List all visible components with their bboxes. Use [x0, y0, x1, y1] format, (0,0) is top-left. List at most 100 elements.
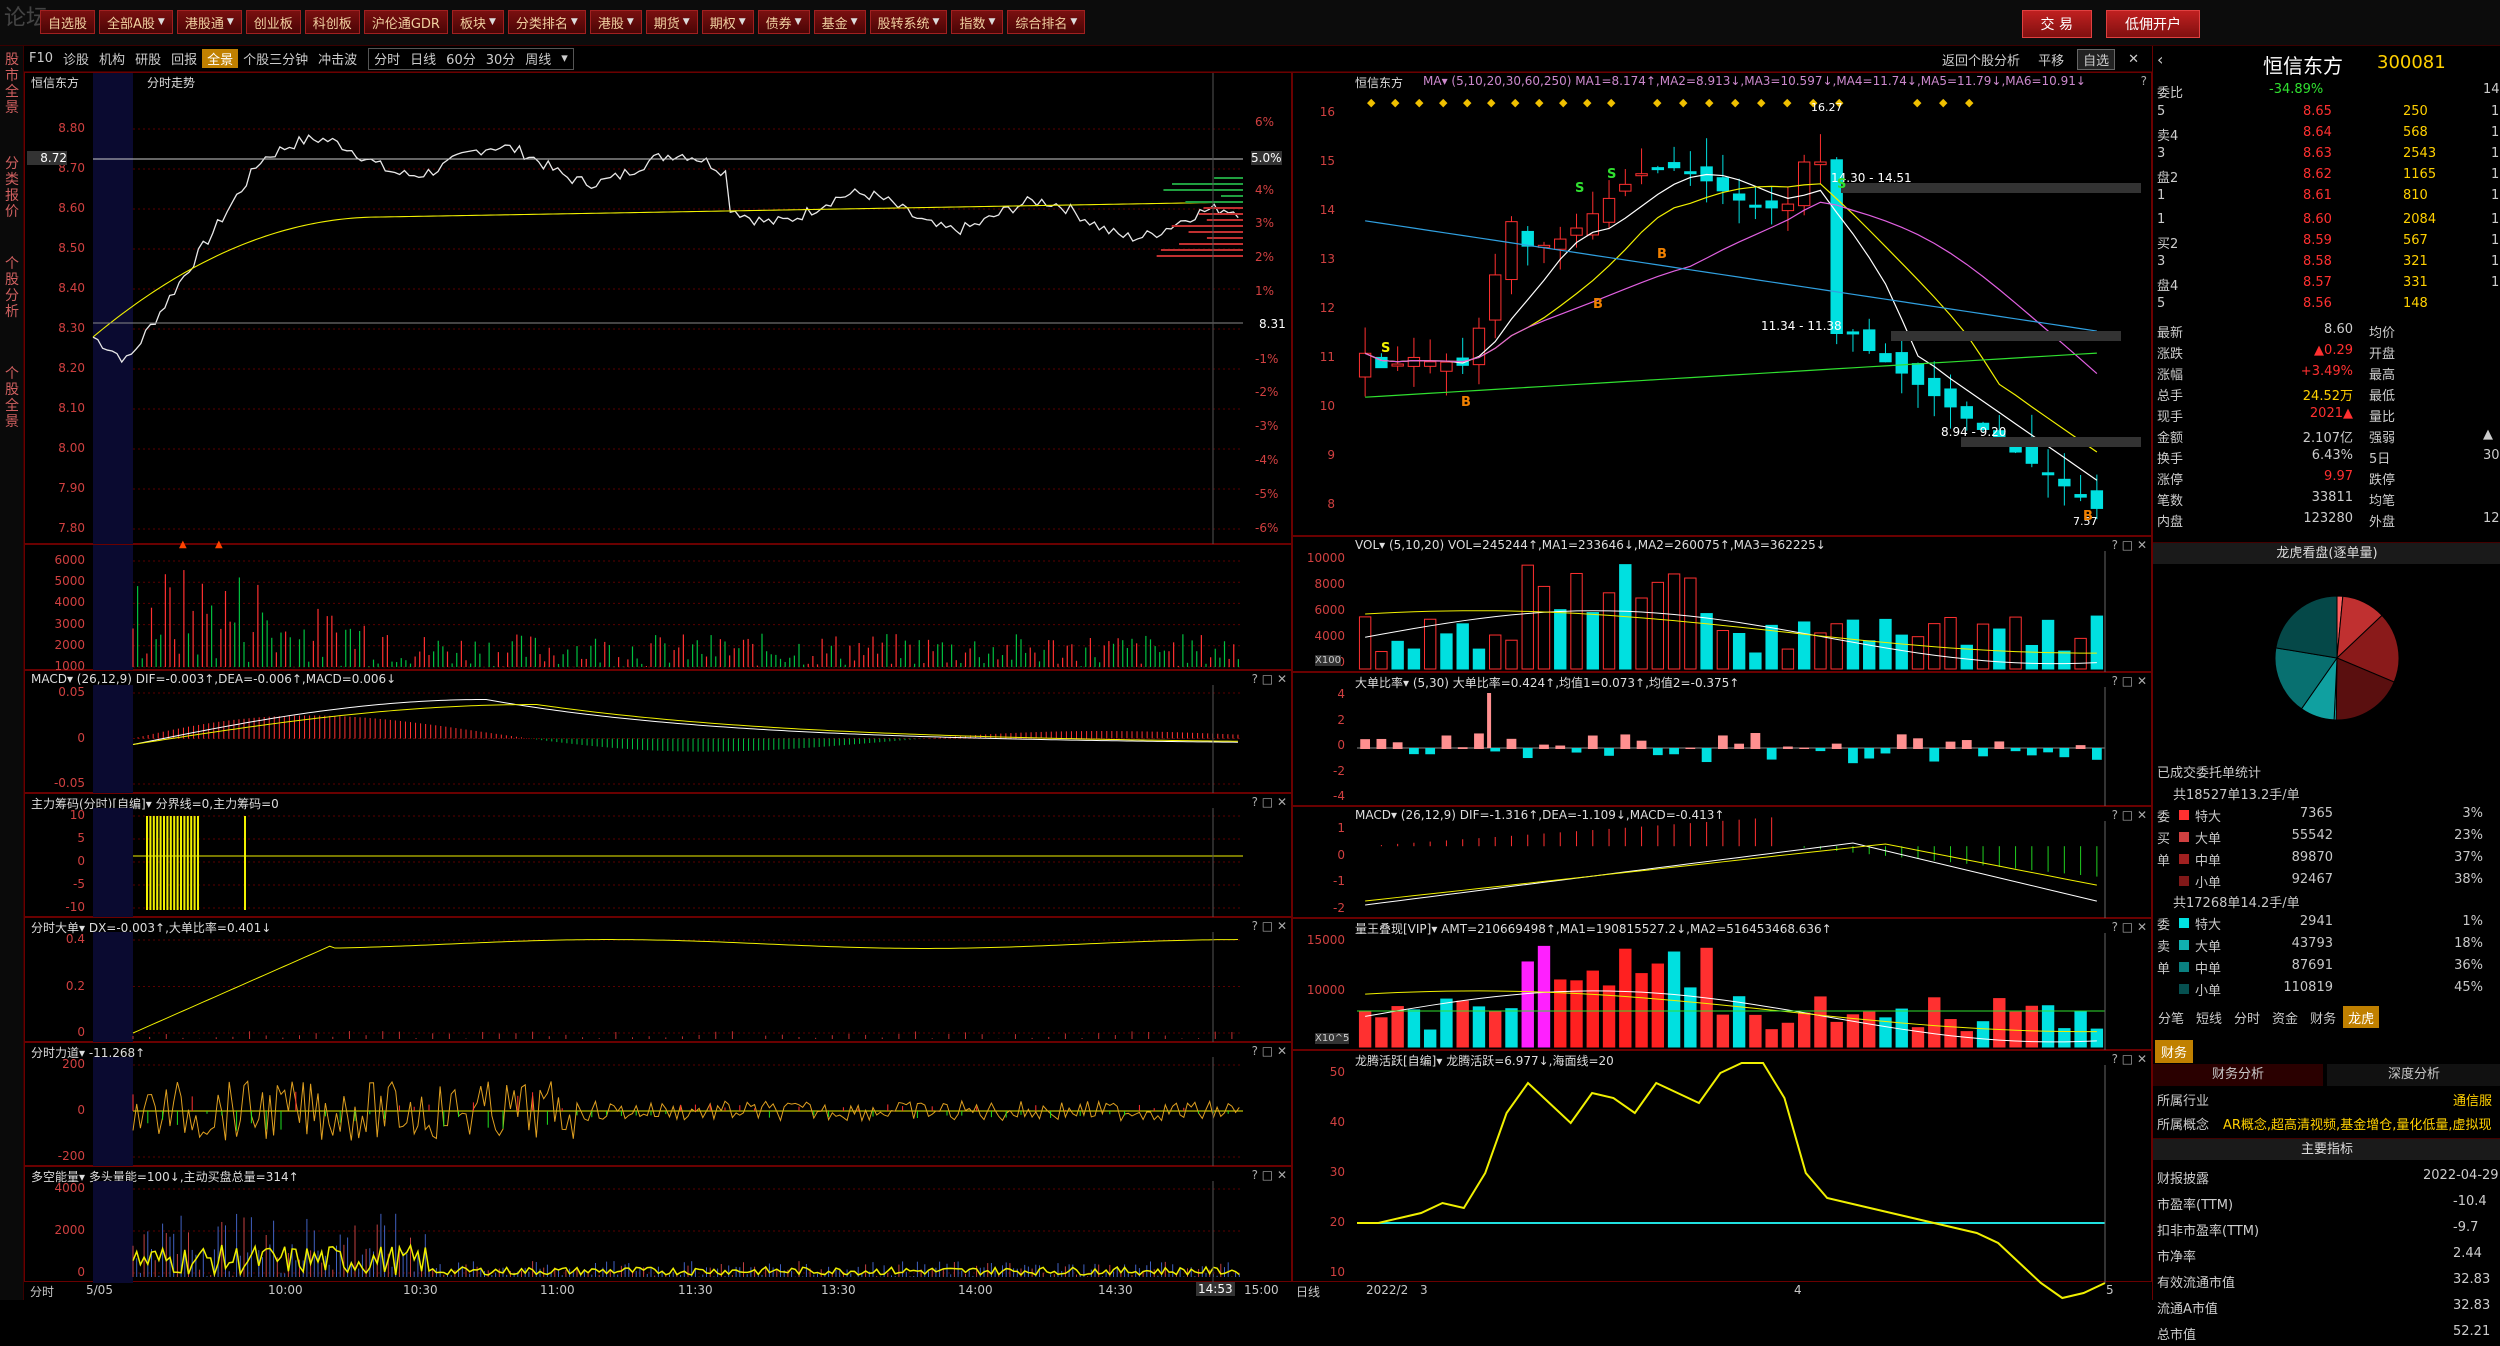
- ratio-bar: [2026, 748, 2037, 756]
- menu-item[interactable]: 板块 ▼: [451, 10, 504, 34]
- volume-bar: [1537, 585, 1551, 670]
- watchlist-dropdown[interactable]: 自选: [2077, 49, 2116, 70]
- left-tab[interactable]: 股市全景: [2, 52, 22, 116]
- menu-item[interactable]: 港股通 ▼: [176, 10, 242, 34]
- signal-diamond-icon: ◆: [1757, 96, 1766, 109]
- volume-bar: [1456, 1000, 1469, 1048]
- candle-body: [2090, 490, 2104, 509]
- pct-tick: -4%: [1255, 453, 1279, 467]
- candle-body: [1960, 406, 1973, 419]
- axis-tick: 4000: [1314, 629, 1345, 643]
- menu-item[interactable]: 基金 ▼: [813, 10, 866, 34]
- price-tick: 8.20: [58, 361, 85, 375]
- signal-diamond-icon: ◆: [1415, 96, 1424, 109]
- left-tab[interactable]: 个股全景: [2, 366, 22, 430]
- high-label: 16.27: [1811, 101, 1843, 114]
- depth-bar: [1185, 201, 1243, 203]
- chevron-down-icon[interactable]: ▾: [556, 51, 573, 66]
- flat-button[interactable]: 平移: [2033, 50, 2069, 69]
- toolbar-tab[interactable]: 诊股: [58, 49, 94, 68]
- menu-item[interactable]: 全部A股 ▼: [99, 10, 173, 34]
- volume-bar: [1684, 577, 1697, 670]
- open-account-button[interactable]: 低佣开户: [2106, 10, 2200, 38]
- vol-tick: 4000: [54, 595, 85, 610]
- toolbar-tab[interactable]: 机构: [94, 49, 130, 68]
- candle-body: [1423, 361, 1437, 367]
- menu-item[interactable]: 自选股: [40, 10, 96, 34]
- toolbar-tab[interactable]: 个股三分钟: [238, 49, 313, 68]
- period-tab[interactable]: 分时: [369, 49, 405, 68]
- back-to-analysis-link[interactable]: 返回个股分析: [1937, 50, 2025, 69]
- quote-tab[interactable]: 分时: [2229, 1006, 2265, 1028]
- axis-tick: 0: [1337, 738, 1345, 752]
- volume-bar: [1635, 973, 1648, 1048]
- finance-tab[interactable]: 财务: [2155, 1040, 2194, 1063]
- depth-bar: [1171, 225, 1243, 227]
- stat-row: 总手 24.52万 最低: [2157, 389, 2396, 404]
- quote-tab[interactable]: 龙虎: [2343, 1006, 2380, 1028]
- toolbar-tab[interactable]: 全景: [202, 49, 239, 68]
- deep-analysis-tab[interactable]: 深度分析: [2327, 1064, 2500, 1086]
- menu-item[interactable]: 综合排名 ▼: [1007, 10, 1086, 34]
- menu-item[interactable]: 创业板: [245, 10, 301, 34]
- menu-item[interactable]: 债券 ▼: [757, 10, 810, 34]
- price-tick: 14: [1319, 203, 1335, 217]
- menu-item[interactable]: 期货 ▼: [645, 10, 698, 34]
- chevron-down-icon: ▼: [157, 17, 165, 27]
- volume-bar: [1976, 1021, 1990, 1048]
- menu-item[interactable]: 期权 ▼: [701, 10, 754, 34]
- menu-item[interactable]: 科创板: [304, 10, 360, 34]
- menu-item[interactable]: 股转系统 ▼: [869, 10, 948, 34]
- left-tab[interactable]: 分类报价: [2, 156, 22, 220]
- quote-tab[interactable]: 分笔: [2153, 1006, 2189, 1028]
- quote-tab[interactable]: 短线: [2191, 1006, 2227, 1028]
- finance-analysis-tab[interactable]: 财务分析: [2153, 1064, 2323, 1086]
- menu-item[interactable]: 分类排名 ▼: [507, 10, 586, 34]
- ratio-bar: [2059, 748, 2070, 758]
- axis-label[interactable]: 日线: [1296, 1283, 1320, 1300]
- left-tab[interactable]: 个股分析: [2, 256, 22, 320]
- toolbar-tab[interactable]: 研股: [130, 49, 166, 68]
- candle-body: [1667, 162, 1681, 169]
- price-tick: 8.30: [58, 321, 85, 335]
- ratio-bar: [2091, 748, 2102, 760]
- ratio-bar: [1604, 748, 1614, 756]
- pct-flag: 5.0%: [1251, 151, 1282, 165]
- ratio-bar: [1636, 740, 1647, 749]
- stock-name: 恒信东方: [2263, 54, 2343, 78]
- menu-item[interactable]: 港股 ▼: [589, 10, 642, 34]
- sell-signal-icon: S: [1837, 177, 1847, 192]
- ratio-bar: [1815, 748, 1826, 752]
- candle-body: [1716, 177, 1730, 192]
- price-tick: 8.40: [58, 281, 85, 295]
- period-tab[interactable]: 日线: [405, 49, 441, 68]
- axis-tick: 0: [77, 730, 85, 745]
- volume-bar: [1797, 1012, 1811, 1048]
- axis-tick: 30: [1329, 1165, 1345, 1179]
- ratio-bar: [1880, 748, 1891, 754]
- axis-tick: -2: [1333, 763, 1345, 778]
- toolbar-tab[interactable]: F10: [24, 51, 58, 66]
- legend-swatch: [2179, 854, 2189, 864]
- toolbar-tab[interactable]: 冲击波: [313, 49, 362, 68]
- period-tab[interactable]: 30分: [481, 49, 521, 68]
- menu-item[interactable]: 指数 ▼: [951, 10, 1004, 34]
- candle-body: [1505, 221, 1518, 281]
- quote-tab[interactable]: 资金: [2267, 1006, 2303, 1028]
- period-tab[interactable]: 60分: [441, 49, 481, 68]
- buy-level: 5 8.56 148: [2157, 296, 2428, 311]
- back-chevron-icon[interactable]: ‹: [2157, 50, 2163, 69]
- signal-diamond-icon: ◆: [1705, 96, 1714, 109]
- indicator-duokong: 多空能量▾ 多头量能=100↓,主动买盘总量=314↑? □ ✕ 4000 2000…: [24, 1166, 1292, 1283]
- quote-tab[interactable]: 财务: [2305, 1006, 2341, 1028]
- indicator-vol: VOL▾ (5,10,20) VOL=245244↑,MA1=233646↓,M…: [1292, 536, 2152, 673]
- toolbar-tab[interactable]: 回报: [166, 49, 202, 68]
- axis-label[interactable]: 分时: [30, 1283, 54, 1300]
- menu-item[interactable]: 沪伦通GDR: [363, 10, 448, 34]
- trade-button[interactable]: 交 易: [2021, 10, 2092, 38]
- period-tab[interactable]: 周线: [520, 49, 556, 68]
- price-tick: 7.90: [58, 481, 85, 495]
- depth-bar: [1160, 249, 1243, 251]
- collapse-icon[interactable]: ✕: [2123, 52, 2144, 67]
- ratio-bar: [1652, 748, 1663, 756]
